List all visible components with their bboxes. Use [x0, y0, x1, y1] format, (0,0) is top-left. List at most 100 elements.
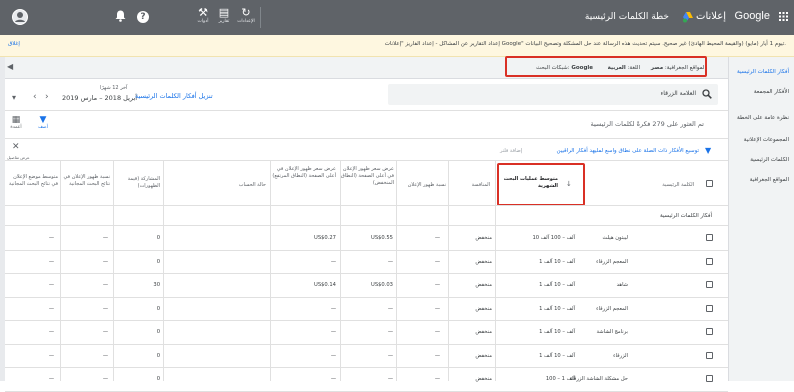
sidebar-item-keyword-ideas[interactable]: أفكار الكلمات الرئيسية	[737, 69, 789, 75]
cell-bid-high: —	[330, 352, 336, 359]
account-avatar[interactable]	[12, 9, 28, 25]
date-range-value[interactable]: أبريل 2018 – مارس 2019	[62, 94, 137, 102]
cell-searches: 1 آلف – 10 آلف	[539, 258, 575, 265]
header-organic-share[interactable]: نسبة ظهور الإعلان في نتائج البحث المجاني…	[62, 174, 110, 188]
cell-searches: 100 – 1 آلف	[545, 376, 575, 382]
cell-searches: 1 آلف – 10 آلف	[539, 305, 575, 312]
cell-impr: —	[434, 258, 440, 265]
collapse-arrow-icon[interactable]: ◀	[7, 62, 13, 71]
cell-bid-low: —	[387, 376, 393, 382]
cell-keyword: ليبتون هيلث	[602, 235, 628, 241]
add-filter-button[interactable]: ▼ أضف	[36, 115, 50, 130]
cell-bid-low: —	[387, 258, 393, 265]
cell-competition: منخفض	[475, 376, 492, 382]
notice-text: إعداد التقارير عن المشاكل - إعداد الفاري…	[384, 41, 786, 47]
cell-org-pos: —	[48, 305, 54, 312]
product-name: إعلانات	[696, 11, 726, 22]
sidebar-item-plan-overview[interactable]: نظرة عامة على الخطة	[737, 115, 789, 121]
header-impr-share[interactable]: نسبة ظهور الإعلان	[398, 182, 446, 189]
cell-searches: 1 آلف – 10 آلف	[539, 282, 575, 288]
cell-searches: 1 آلف – 10 آلف	[539, 352, 575, 359]
cell-bid-high: US$0.27	[314, 235, 336, 241]
cell-org-share: —	[102, 282, 108, 288]
table-row[interactable]: المعجم الزرقاء 1 آلف – 10 آلف منخفض — — — 0 — —	[5, 251, 728, 274]
table-row[interactable]: برنامج الشاشة 1 آلف – 10 آلف منخفض — — — 0 — —	[5, 321, 728, 345]
highlight-box-avg-searches	[497, 163, 585, 206]
row-checkbox[interactable]	[706, 234, 713, 241]
columns-button[interactable]: ▦ أعمدة	[9, 115, 23, 130]
settings-button[interactable]: ↻ الإعدادات	[236, 7, 256, 25]
google-logo: Google	[734, 10, 770, 22]
table-row[interactable]: شاهد 1 آلف – 10 آلف منخفض — US$0.03 US$0.14 30…	[5, 274, 728, 298]
cell-keyword: الزرقاء	[613, 352, 628, 359]
cell-org-share: —	[102, 352, 108, 359]
header-organic-impr[interactable]: المشاركة (قيمة الظهورات)	[118, 176, 160, 190]
cell-org-pos: —	[48, 258, 54, 265]
sidebar-item-grouped-ideas[interactable]: الأفكار المجمعة	[754, 89, 789, 95]
notifications-icon[interactable]	[115, 10, 126, 24]
highlight-box-filters	[505, 56, 707, 77]
cell-bid-low: US$0.03	[371, 282, 393, 288]
cell-bid-high: US$0.14	[314, 282, 336, 288]
cell-impr: —	[434, 282, 440, 288]
cell-competition: منخفض	[475, 258, 492, 265]
cell-keyword: شاهد	[616, 282, 628, 288]
notice-dismiss-link[interactable]: إغلاق	[8, 41, 20, 47]
add-filter-link[interactable]: إضافة فلتر	[500, 148, 522, 154]
header-competition[interactable]: المنافسة	[450, 182, 490, 189]
table-row[interactable]: المعجم الزرقاء 1 آلف – 10 آلف منخفض — — — 0 — —	[5, 298, 728, 321]
cell-competition: منخفض	[475, 329, 492, 335]
header-bid-low[interactable]: عرض سعر ظهور الإعلان في أعلى الصفحة (الن…	[340, 166, 394, 187]
cell-organic: 0	[156, 235, 160, 241]
next-period-icon[interactable]: ›	[45, 92, 49, 102]
search-box[interactable]: العلامة الزرقاء	[388, 84, 718, 105]
wrench-icon: ⚒	[198, 6, 208, 19]
cell-bid-low: —	[387, 329, 393, 335]
divider	[5, 138, 728, 139]
cell-org-pos: —	[48, 376, 54, 382]
cell-bid-high: —	[330, 376, 336, 382]
filter-icon[interactable]: ▼	[705, 146, 711, 155]
sidebar-item-locations[interactable]: المواقع الجغرافية	[750, 177, 789, 183]
row-checkbox[interactable]	[706, 328, 713, 335]
sidebar-item-keywords[interactable]: الكلمات الرئيسية	[750, 157, 789, 163]
cell-impr: —	[434, 376, 440, 382]
reports-button[interactable]: ▤ تقارير	[216, 7, 232, 25]
row-checkbox[interactable]	[706, 257, 713, 265]
tools-button[interactable]: ⚒ أدوات	[196, 7, 210, 25]
chevron-down-icon[interactable]: ▾	[12, 93, 16, 102]
header-bid-high[interactable]: عرض سعر ظهور الإعلان في أعلى الصفحة (الن…	[272, 166, 336, 180]
cell-org-share: —	[102, 235, 108, 241]
close-filter-icon[interactable]: ✕	[12, 142, 20, 152]
cell-bid-high: —	[330, 258, 336, 265]
cell-keyword: برنامج الشاشة	[596, 329, 628, 335]
table-row[interactable]: حل مشكلة الشاشة الزرقاء 100 – 1 آلف منخفض —…	[5, 368, 728, 392]
sidebar: أفكار الكلمات الرئيسية الأفكار المجمعة ن…	[728, 57, 794, 381]
cell-organic: 0	[156, 305, 160, 312]
sidebar-item-ad-groups[interactable]: المجموعات الإعلانية	[744, 137, 789, 143]
cell-organic: 0	[156, 258, 160, 265]
search-input[interactable]: العلامة الزرقاء	[660, 90, 696, 97]
header-account-status[interactable]: حالة الحساب	[210, 182, 266, 189]
apps-icon[interactable]	[779, 12, 788, 21]
row-checkbox[interactable]	[706, 281, 713, 288]
header-keyword[interactable]: الكلمة الرئيسية	[662, 182, 694, 189]
results-count: تم العثور على 279 فكرةً لكلمات الرئيسية	[590, 120, 704, 128]
row-checkbox[interactable]	[706, 351, 713, 359]
cell-organic: 0	[156, 329, 160, 335]
cell-organic: 0	[156, 352, 160, 359]
columns-icon: ▦	[11, 115, 21, 125]
cell-competition: منخفض	[475, 305, 492, 312]
cell-org-pos: —	[48, 329, 54, 335]
table-row[interactable]: ليبتون هيلث 10 آلف – 100 آلف منخفض — US$0.55…	[5, 227, 728, 251]
table-row[interactable]: الزرقاء 1 آلف – 10 آلف منخفض — — — 0 — —	[5, 345, 728, 368]
prev-period-icon[interactable]: ‹	[33, 92, 37, 102]
header-organic-pos[interactable]: متوسط موضع الإعلان في نتائج البحث المجان…	[8, 174, 58, 188]
row-checkbox[interactable]	[706, 304, 713, 312]
cell-bid-low: —	[387, 305, 393, 312]
help-icon[interactable]: ?	[137, 11, 149, 23]
cell-searches: 10 آلف – 100 آلف	[532, 235, 576, 241]
cell-competition: منخفض	[475, 282, 492, 288]
download-ideas-link[interactable]: تنزيل أفكار الكلمات الرئيسية	[135, 92, 213, 100]
select-all-checkbox[interactable]	[706, 180, 713, 187]
